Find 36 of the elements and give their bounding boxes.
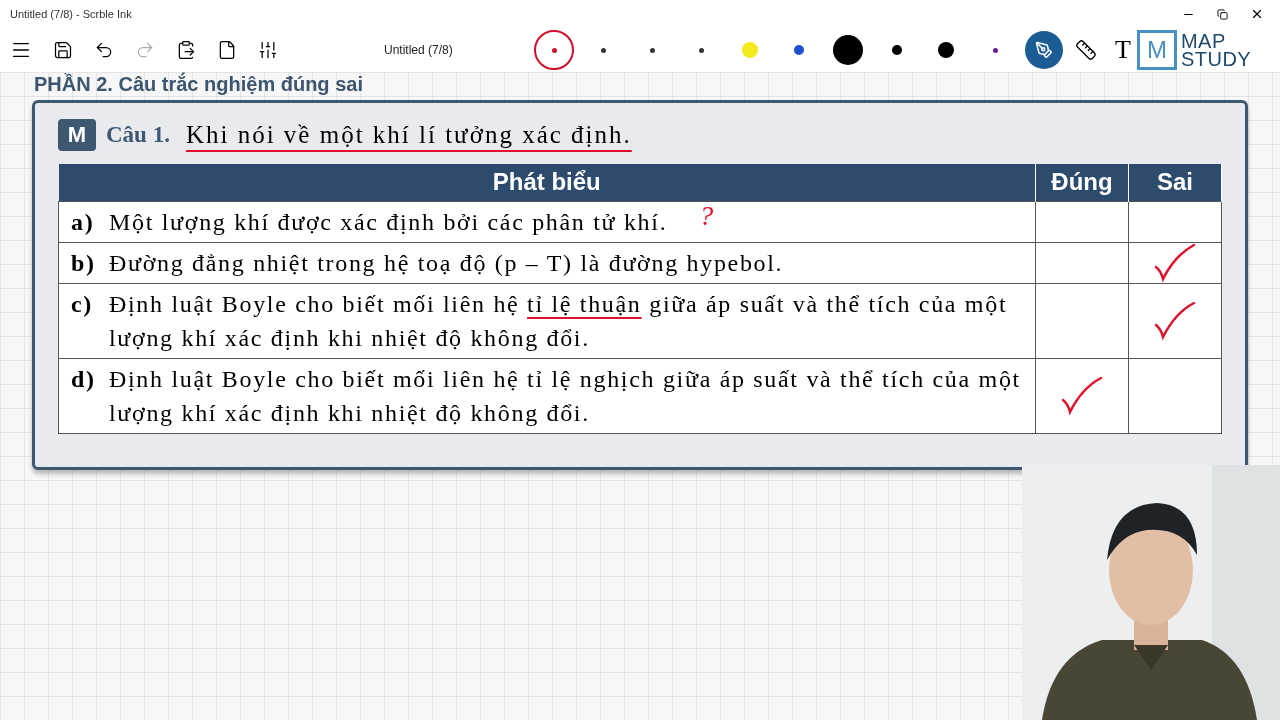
new-page-icon[interactable]: [217, 40, 237, 60]
restore-icon[interactable]: [1217, 8, 1228, 20]
pen-nib-icon: [1035, 41, 1053, 59]
ruler-icon[interactable]: [1075, 39, 1097, 61]
statement-text: Định luật Boyle cho biết mối liên hệ tỉ lệ nghịch giữa áp suất và thể tích của một lượng khí xác định khi nhiệt độ không đổi.: [109, 365, 1022, 428]
logo-text: MAP: [1180, 32, 1227, 50]
statement-text: Đường đẳng nhiệt trong hệ toạ độ (p – T) là đường hypebol.: [109, 249, 784, 278]
column-header: Sai: [1128, 163, 1222, 202]
logo-text: STUDY: [1180, 50, 1252, 68]
column-header: Phát biểu: [58, 163, 1036, 202]
pen-tool-button[interactable]: [1025, 31, 1063, 69]
question-logo-icon: M: [58, 118, 96, 151]
pen-color-button[interactable]: [534, 30, 574, 70]
text-tool-button[interactable]: T: [1115, 37, 1131, 63]
document-title: Untitled (7/8): [384, 42, 454, 59]
window-title: Untitled (7/8) - Scrble Ink: [10, 6, 132, 22]
close-icon[interactable]: [1250, 7, 1264, 21]
column-header: Đúng: [1035, 163, 1129, 202]
question-text: Khi nói về một khí lí tưởng xác định.: [185, 120, 632, 150]
statement-label: d): [71, 365, 97, 394]
check-mark-icon: [1153, 301, 1197, 341]
save-icon[interactable]: [53, 40, 73, 60]
paste-icon[interactable]: [176, 40, 196, 60]
section-heading: PHẦN 2. Câu trắc nghiệm đúng sai: [33, 72, 364, 96]
handwritten-note: ?: [699, 199, 715, 233]
settings-icon[interactable]: [258, 40, 278, 60]
logo-mark: M: [1136, 30, 1177, 70]
statement-label: b): [71, 249, 97, 278]
statement-text: Định luật Boyle cho biết mối liên hệ tỉ lệ thuận giữa áp suất và thể tích của một lượng khí xác định khi nhiệt độ không đổi.: [109, 290, 1009, 353]
check-mark-icon: [1153, 243, 1197, 283]
statement-text: Một lượng khí được xác định bởi các phân tử khí.: [109, 208, 668, 237]
statement-label: c): [71, 290, 94, 319]
undo-icon[interactable]: [94, 40, 114, 60]
question-number: Câu 1.: [106, 120, 170, 149]
statement-label: a): [71, 208, 96, 237]
check-mark-icon: [1060, 376, 1104, 416]
